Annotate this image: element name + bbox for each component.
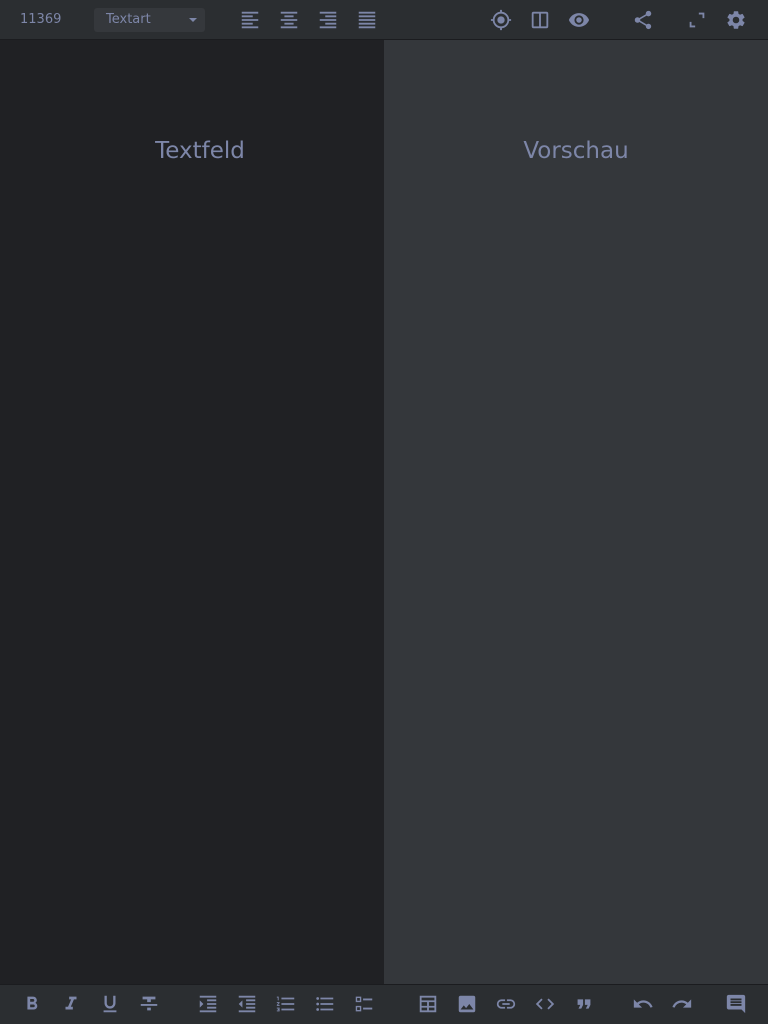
chevron-down-icon [189,18,197,22]
undo-icon [633,999,653,1008]
strikethrough-button[interactable] [135,990,163,1018]
indent-increase-button[interactable] [194,990,222,1018]
format-toolbar [0,984,768,1024]
checklist-icon [355,996,373,1012]
redo-icon [672,999,692,1008]
share-icon [634,10,652,30]
undo-button[interactable] [629,990,657,1018]
bold-icon [27,996,38,1010]
text-style-value: Textart [106,12,151,27]
align-justify-icon [358,11,376,29]
code-button[interactable] [531,990,559,1018]
split-view-button[interactable] [526,6,554,34]
fullscreen-button[interactable] [683,6,711,34]
target-icon [490,9,512,31]
preview-pane: Vorschau [384,40,768,984]
preview-placeholder: Vorschau [523,138,629,164]
align-justify-button[interactable] [353,6,381,34]
table-button[interactable] [414,990,442,1018]
settings-icon [727,11,745,29]
bold-button[interactable] [18,990,46,1018]
ordered-list-button[interactable] [272,990,300,1018]
top-toolbar: 11369 Textart [0,0,768,40]
align-left-icon [241,11,259,29]
checklist-button[interactable] [350,990,378,1018]
split-view-icon [531,11,549,29]
comment-icon [726,994,746,1014]
preview-toggle-button[interactable] [565,6,593,34]
quote-icon [577,999,591,1009]
text-style-select[interactable]: Textart [94,8,205,32]
code-icon [535,998,555,1010]
underline-button[interactable] [96,990,124,1018]
eye-icon [568,13,590,27]
fullscreen-icon [689,12,705,28]
indent-decrease-button[interactable] [233,990,261,1018]
italic-button[interactable] [57,990,85,1018]
italic-icon [65,996,77,1010]
ordered-list-icon [276,996,295,1012]
share-button[interactable] [629,6,657,34]
image-icon [458,995,476,1013]
align-right-icon [319,11,337,29]
character-counter: 11369 [20,12,62,27]
editor-pane[interactable]: Textfeld [0,40,384,984]
quote-button[interactable] [570,990,598,1018]
align-left-button[interactable] [236,6,264,34]
editor-placeholder: Textfeld [155,138,245,164]
bullet-list-icon [316,997,334,1011]
image-button[interactable] [453,990,481,1018]
indent-decrease-icon [238,995,256,1013]
link-button[interactable] [492,990,520,1018]
align-right-button[interactable] [314,6,342,34]
redo-button[interactable] [668,990,696,1018]
comment-button[interactable] [722,990,750,1018]
target-button[interactable] [487,6,515,34]
indent-increase-icon [199,995,217,1013]
align-center-button[interactable] [275,6,303,34]
align-center-icon [280,11,298,29]
table-icon [419,995,437,1013]
underline-icon [103,995,117,1013]
bullet-list-button[interactable] [311,990,339,1018]
link-icon [496,999,516,1009]
strikethrough-icon [140,996,158,1011]
settings-button[interactable] [722,6,750,34]
